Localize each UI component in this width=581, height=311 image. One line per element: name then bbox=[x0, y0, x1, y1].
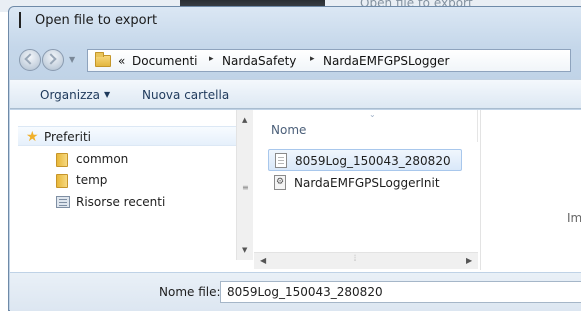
navigation-row: ▼ « Documenti ▸ NardaSafety ▸ NardaEMFGP… bbox=[9, 45, 581, 75]
sidebar-item-label: temp bbox=[76, 173, 108, 187]
forward-button[interactable] bbox=[42, 49, 64, 71]
file-list-scrollbar[interactable]: ◀ ⦙ ▶ bbox=[254, 252, 478, 269]
file-row[interactable]: NardaEMFGPSLoggerInit bbox=[268, 172, 440, 194]
scroll-down-icon[interactable]: ▼ bbox=[242, 246, 247, 254]
file-name: 8059Log_150043_280820 bbox=[295, 154, 451, 168]
file-list-pane: ⌄ Nome 8059Log_150043_280820 NardaEMFGPS… bbox=[254, 110, 478, 260]
breadcrumb-nardasafety[interactable]: NardaSafety bbox=[222, 54, 296, 68]
preview-pane: Imp bbox=[480, 110, 581, 270]
file-row-selected[interactable]: 8059Log_150043_280820 bbox=[268, 149, 462, 171]
sidebar-item-label: Preferiti bbox=[44, 130, 91, 144]
breadcrumb-nardaemfgpslogger[interactable]: NardaEMFGPSLogger bbox=[323, 54, 449, 68]
recent-places-icon bbox=[56, 196, 70, 208]
navigation-pane-scrollbar[interactable]: ▲ ≡ ▼ bbox=[236, 110, 253, 260]
command-toolbar: Organizza ▼ Nuova cartella bbox=[10, 79, 581, 109]
breadcrumb-separator-icon[interactable]: ▸ bbox=[209, 54, 214, 64]
sidebar-item-label: Risorse recenti bbox=[76, 195, 166, 209]
dialog-content: ★ Preferiti common temp Risorse recenti … bbox=[10, 110, 581, 272]
sidebar-item-common[interactable]: common bbox=[56, 152, 128, 172]
organize-button[interactable]: Organizza bbox=[40, 88, 100, 102]
scroll-grip-icon[interactable]: ⦙ bbox=[354, 254, 356, 264]
text-file-icon bbox=[275, 153, 287, 168]
scroll-grip-icon[interactable]: ≡ bbox=[242, 184, 249, 192]
column-header-name[interactable]: ⌄ Nome bbox=[254, 110, 478, 142]
filename-row: Nome file: bbox=[10, 273, 581, 311]
breadcrumb-overflow[interactable]: « bbox=[118, 54, 125, 68]
star-icon: ★ bbox=[26, 129, 39, 145]
file-name: NardaEMFGPSLoggerInit bbox=[294, 176, 440, 190]
breadcrumb-documenti[interactable]: Documenti bbox=[132, 54, 198, 68]
window-title: Open file to export bbox=[35, 13, 158, 28]
column-header-label: Nome bbox=[271, 123, 307, 137]
forward-arrow-icon bbox=[45, 53, 57, 65]
filename-label: Nome file: bbox=[159, 285, 221, 299]
config-file-icon bbox=[274, 175, 286, 190]
folder-icon bbox=[95, 52, 111, 67]
title-bar[interactable]: Open file to export bbox=[9, 7, 581, 37]
sidebar-item-preferiti[interactable]: ★ Preferiti bbox=[18, 126, 238, 146]
preview-text: Imp bbox=[567, 211, 581, 225]
folder-icon bbox=[56, 153, 68, 167]
folder-icon bbox=[56, 174, 68, 188]
sidebar-item-temp[interactable]: temp bbox=[56, 173, 107, 193]
back-button[interactable] bbox=[19, 49, 41, 71]
new-folder-button[interactable]: Nuova cartella bbox=[142, 88, 229, 102]
organize-dropdown-icon[interactable]: ▼ bbox=[104, 90, 110, 99]
filename-input[interactable] bbox=[220, 281, 581, 303]
sidebar-item-risorse-recenti[interactable]: Risorse recenti bbox=[56, 195, 165, 215]
back-arrow-icon bbox=[24, 53, 36, 65]
navigation-pane: ★ Preferiti common temp Risorse recenti bbox=[10, 110, 238, 260]
scroll-right-icon[interactable]: ▶ bbox=[466, 256, 472, 265]
breadcrumb-separator-icon[interactable]: ▸ bbox=[310, 54, 315, 64]
scroll-up-icon[interactable]: ▲ bbox=[242, 116, 247, 124]
address-bar[interactable]: « Documenti ▸ NardaSafety ▸ NardaEMFGPSL… bbox=[87, 49, 571, 72]
recent-locations-dropdown-icon[interactable]: ▼ bbox=[69, 55, 75, 64]
scroll-left-icon[interactable]: ◀ bbox=[260, 256, 266, 265]
window-icon bbox=[19, 12, 21, 28]
open-file-dialog: Open file to export ▼ « Documenti ▸ Nard… bbox=[8, 6, 581, 311]
sidebar-item-label: common bbox=[76, 152, 129, 166]
sort-chevron-icon: ⌄ bbox=[369, 110, 376, 119]
